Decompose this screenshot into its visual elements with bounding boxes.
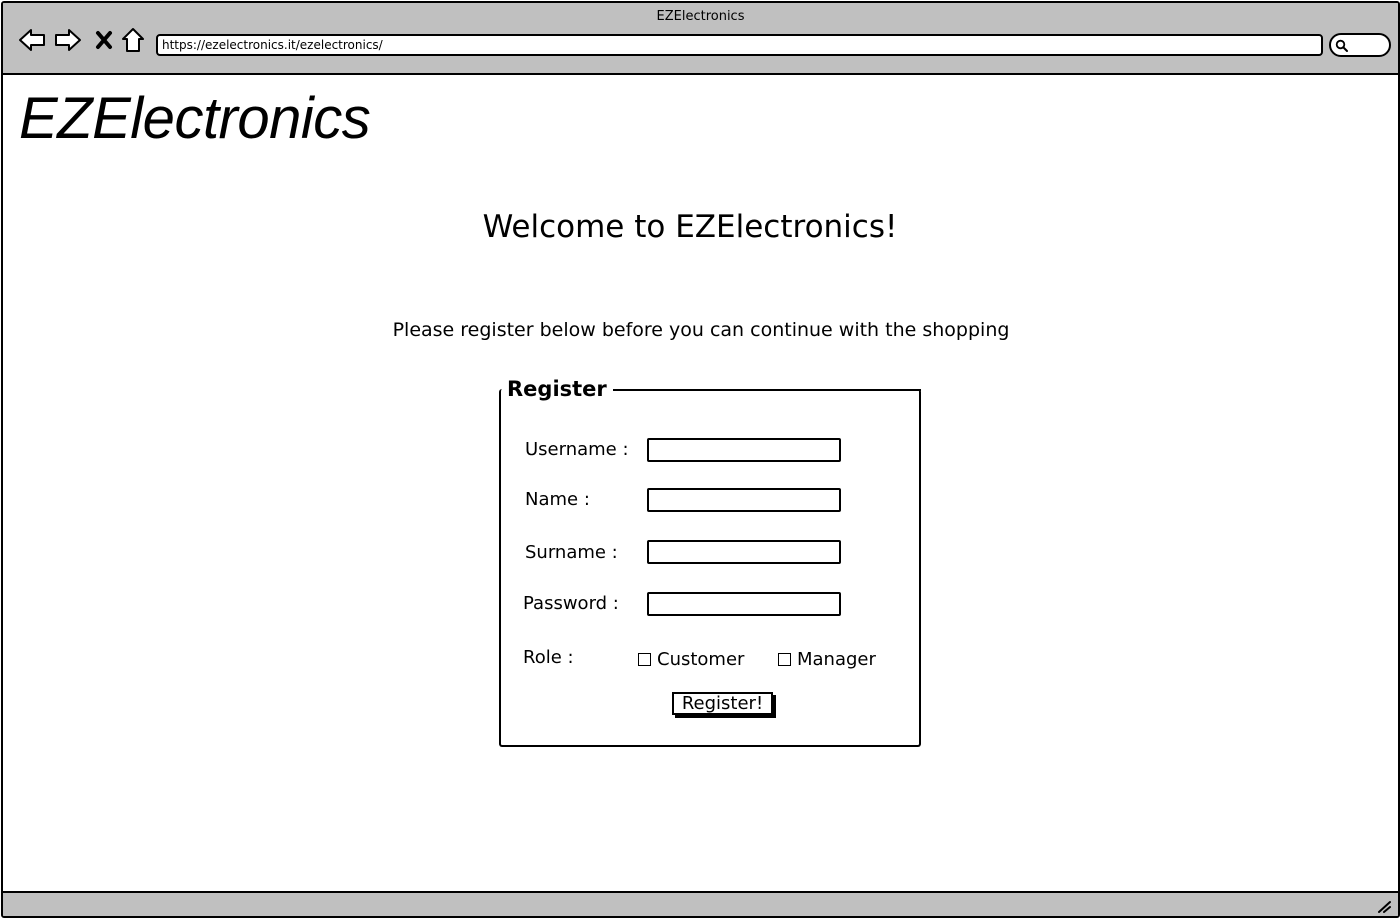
window-title: EZElectronics [656, 9, 745, 24]
surname-label: Surname : [525, 542, 618, 563]
customer-checkbox[interactable] [638, 653, 651, 666]
name-label: Name : [525, 489, 590, 510]
back-arrow-icon[interactable] [17, 25, 47, 55]
welcome-heading: Welcome to EZElectronics! [482, 209, 898, 245]
browser-window: EZElectronics https://ezelectronics.it/e… [1, 1, 1400, 918]
customer-checkbox-label: Customer [657, 649, 745, 670]
site-logo: EZElectronics [19, 86, 371, 151]
home-icon[interactable] [118, 25, 148, 55]
close-x-icon[interactable] [89, 25, 119, 55]
forward-arrow-icon[interactable] [53, 25, 83, 55]
register-form-legend: Register [507, 377, 613, 401]
register-instructions: Please register below before you can con… [392, 319, 1010, 341]
role-manager-option[interactable]: Manager [778, 649, 876, 670]
role-customer-option[interactable]: Customer [638, 649, 744, 670]
manager-checkbox-label: Manager [797, 649, 876, 670]
name-input[interactable] [647, 488, 841, 512]
manager-checkbox[interactable] [778, 653, 791, 666]
password-input[interactable] [647, 592, 841, 616]
username-input[interactable] [647, 438, 841, 462]
resize-grip-icon[interactable] [1376, 899, 1392, 913]
role-label: Role : [523, 647, 574, 668]
username-label: Username : [525, 439, 629, 460]
address-bar-input[interactable] [156, 34, 1323, 56]
register-submit-button[interactable]: Register! [672, 692, 773, 715]
browser-toolbar: EZElectronics [3, 3, 1398, 75]
password-label: Password : [523, 593, 619, 614]
surname-input[interactable] [647, 540, 841, 564]
browser-search-field[interactable] [1329, 33, 1391, 57]
search-icon [1335, 39, 1348, 52]
browser-status-bar [3, 891, 1398, 916]
